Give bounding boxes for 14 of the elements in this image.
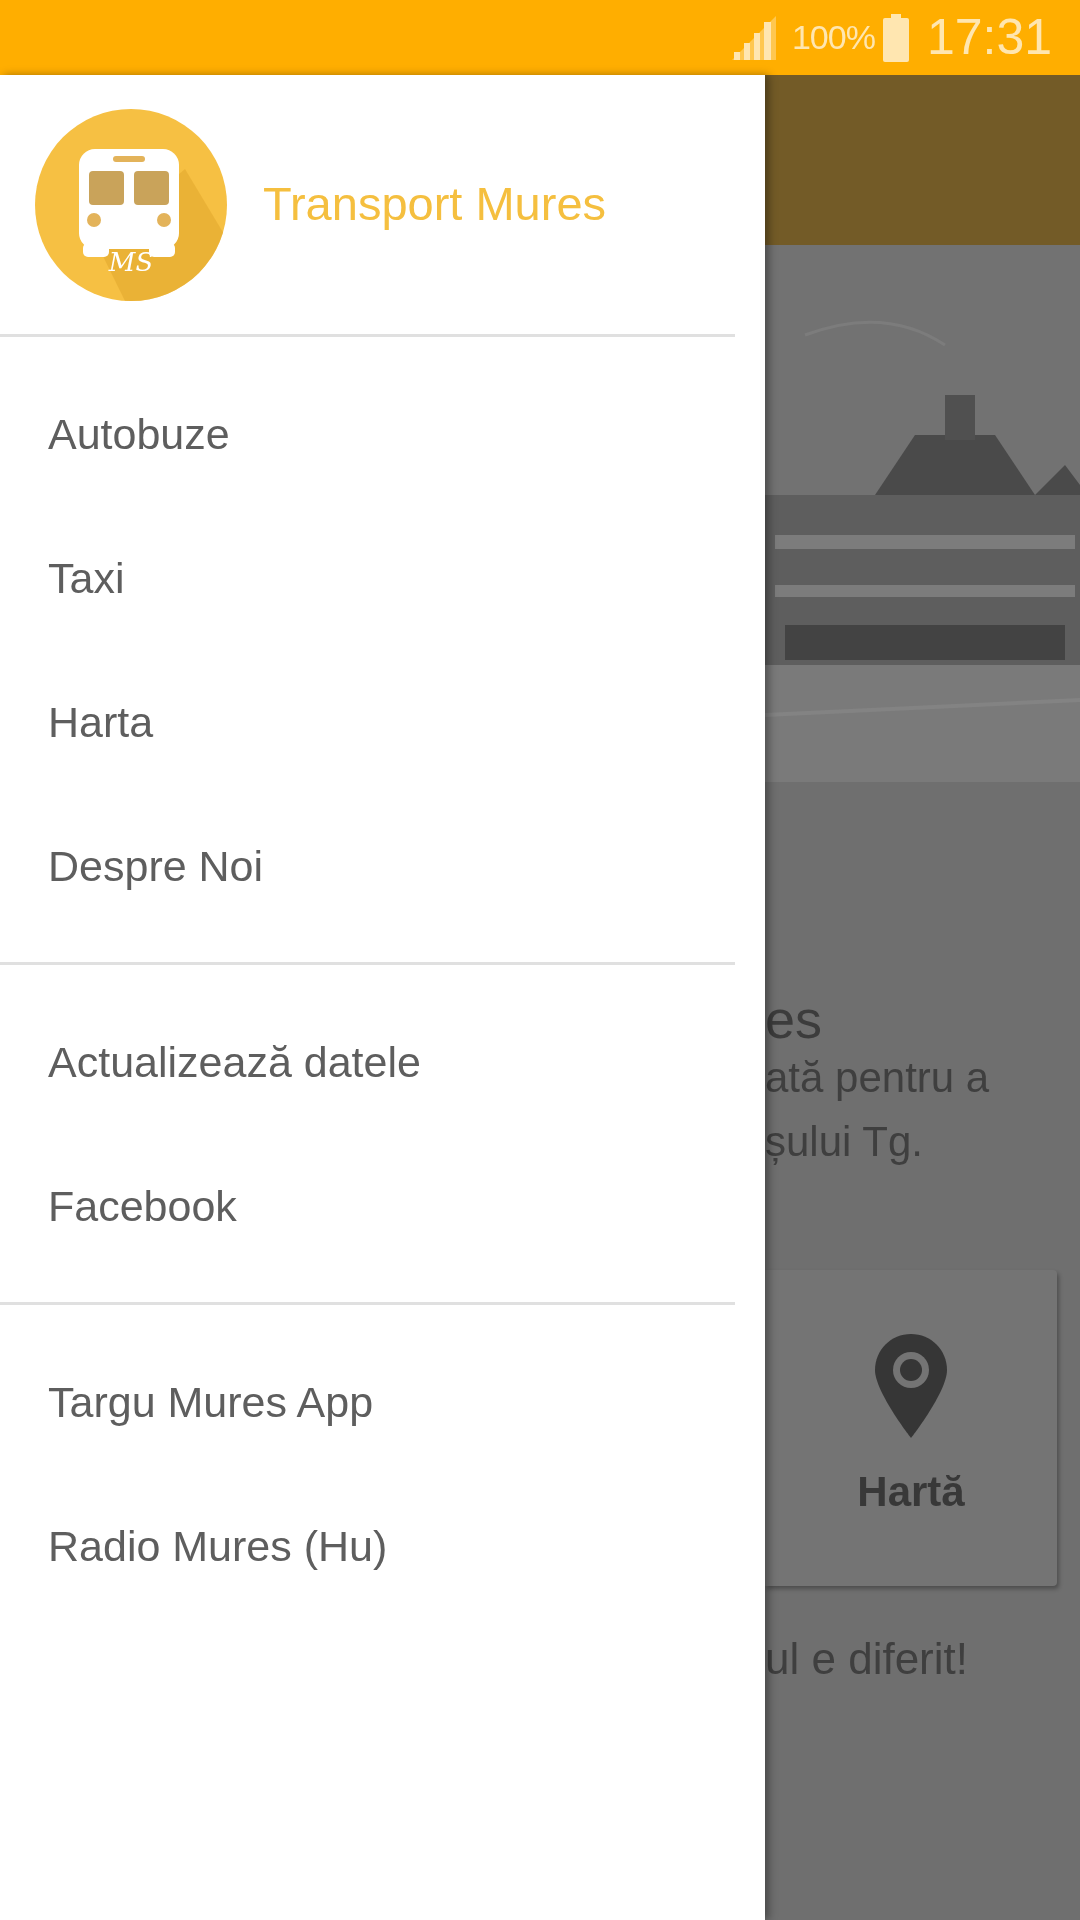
menu-item[interactable]: Radio Mures (Hu)	[0, 1473, 735, 1617]
menu-item[interactable]: Harta	[0, 649, 735, 793]
menu-item[interactable]: Targu Mures App	[0, 1329, 735, 1473]
menu-item[interactable]: Facebook	[0, 1133, 735, 1277]
battery-icon	[882, 13, 909, 62]
clock-time: 17:31	[926, 8, 1052, 67]
battery-percentage: 100%	[791, 17, 875, 58]
map-pin-icon	[875, 1333, 947, 1438]
menu-item[interactable]: Autobuze	[0, 361, 735, 505]
menu-item[interactable]: Taxi	[0, 505, 735, 649]
logo-text: MS	[108, 246, 154, 277]
menu-item[interactable]: Actualizează datele	[0, 989, 735, 1133]
app-title: Transport Mures	[263, 176, 607, 233]
menu-item[interactable]: Despre Noi	[0, 793, 735, 937]
